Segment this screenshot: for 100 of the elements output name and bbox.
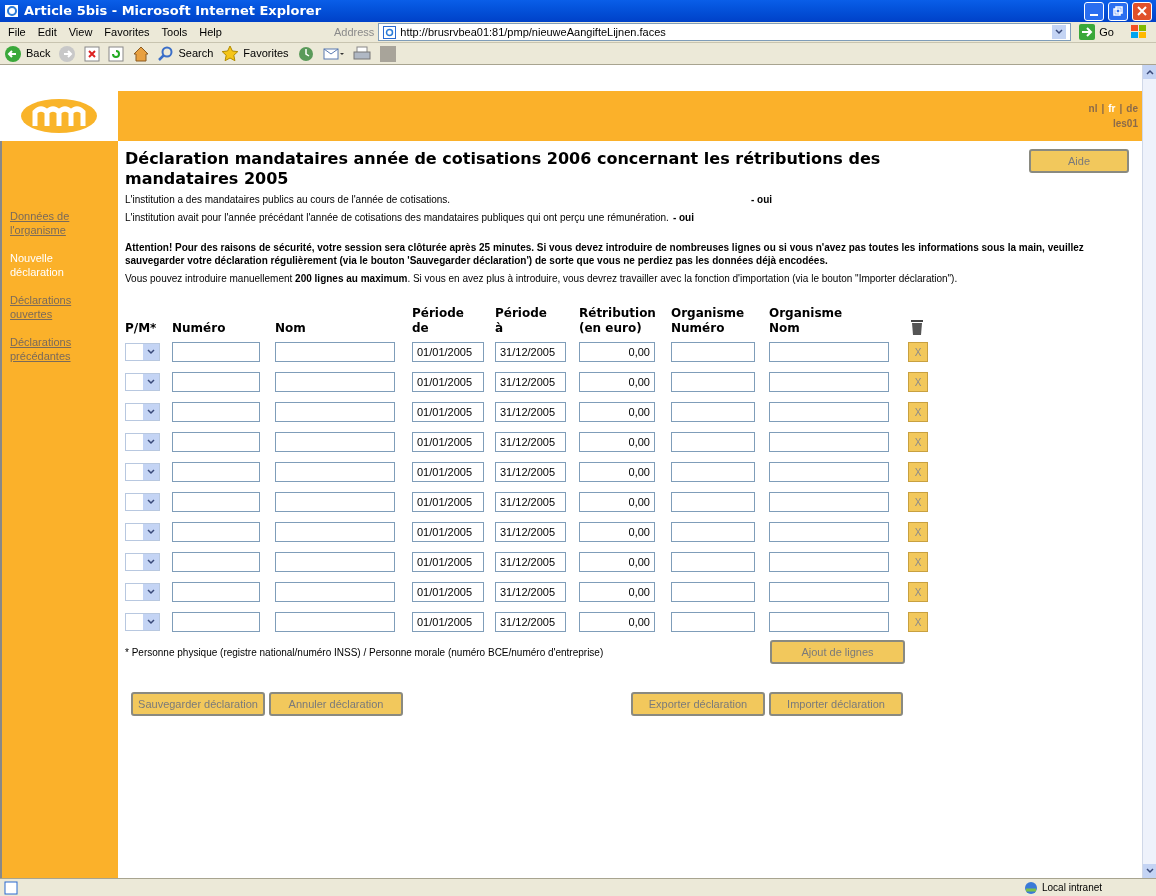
toolbar-button[interactable] xyxy=(84,45,101,62)
text-field[interactable] xyxy=(769,552,889,572)
text-field[interactable]: 0,00 xyxy=(579,582,655,602)
type-select[interactable] xyxy=(125,343,160,361)
text-field[interactable] xyxy=(769,582,889,602)
text-field[interactable] xyxy=(172,582,260,602)
text-field[interactable]: 31/12/2005 xyxy=(495,492,566,512)
text-field[interactable] xyxy=(671,432,755,452)
text-field[interactable]: 01/01/2005 xyxy=(412,462,484,482)
toolbar-button[interactable] xyxy=(108,45,125,62)
toolbar-button[interactable]: Search xyxy=(158,45,214,62)
text-field[interactable] xyxy=(172,552,260,572)
menu-item[interactable]: View xyxy=(68,23,93,41)
toolbar-button[interactable] xyxy=(296,44,315,63)
text-field[interactable]: 0,00 xyxy=(579,612,655,632)
dropdown-icon[interactable] xyxy=(1052,25,1067,39)
text-field[interactable] xyxy=(671,402,755,422)
text-field[interactable] xyxy=(172,462,260,482)
text-field[interactable] xyxy=(671,552,755,572)
text-field[interactable]: 31/12/2005 xyxy=(495,582,566,602)
text-field[interactable] xyxy=(275,552,395,572)
text-field[interactable]: 01/01/2005 xyxy=(412,582,484,602)
toolbar-button[interactable]: Back xyxy=(4,44,51,63)
text-field[interactable]: 0,00 xyxy=(579,492,655,512)
text-field[interactable]: 31/12/2005 xyxy=(495,342,566,362)
toolbar-button[interactable] xyxy=(352,45,371,62)
type-select[interactable] xyxy=(125,373,160,391)
type-select[interactable] xyxy=(125,523,160,541)
text-field[interactable]: 0,00 xyxy=(579,432,655,452)
text-field[interactable] xyxy=(671,372,755,392)
text-field[interactable]: 01/01/2005 xyxy=(412,612,484,632)
type-select[interactable] xyxy=(125,403,160,421)
text-field[interactable]: 31/12/2005 xyxy=(495,552,566,572)
text-field[interactable] xyxy=(172,432,260,452)
type-select[interactable] xyxy=(125,493,160,511)
type-select[interactable] xyxy=(125,433,160,451)
scrollbar[interactable] xyxy=(1142,65,1156,878)
toolbar-button[interactable] xyxy=(322,45,345,62)
text-field[interactable]: 31/12/2005 xyxy=(495,402,566,422)
toolbar-button[interactable] xyxy=(132,44,151,63)
text-field[interactable]: 0,00 xyxy=(579,372,655,392)
text-field[interactable] xyxy=(275,582,395,602)
address-field[interactable]: http://brusrvbea01:81/pmp/nieuweAangifteLijnen.faces xyxy=(378,23,1072,41)
scroll-up-icon[interactable] xyxy=(1143,65,1156,79)
text-field[interactable] xyxy=(275,372,395,392)
text-field[interactable]: 0,00 xyxy=(579,402,655,422)
text-field[interactable] xyxy=(769,402,889,422)
text-field[interactable]: 31/12/2005 xyxy=(495,522,566,542)
text-field[interactable]: 01/01/2005 xyxy=(412,372,484,392)
text-field[interactable] xyxy=(769,612,889,632)
text-field[interactable] xyxy=(769,432,889,452)
text-field[interactable] xyxy=(671,342,755,362)
text-field[interactable]: 0,00 xyxy=(579,342,655,362)
text-field[interactable]: 31/12/2005 xyxy=(495,612,566,632)
text-field[interactable] xyxy=(769,522,889,542)
text-field[interactable] xyxy=(172,342,260,362)
text-field[interactable] xyxy=(172,612,260,632)
close-button[interactable] xyxy=(1132,1,1152,21)
menu-item[interactable]: Favorites xyxy=(104,23,150,41)
text-field[interactable] xyxy=(671,612,755,632)
menu-item[interactable]: File xyxy=(8,23,26,41)
text-field[interactable] xyxy=(769,462,889,482)
menu-item[interactable]: Help xyxy=(199,23,222,41)
go-button[interactable]: Go xyxy=(1071,23,1122,41)
text-field[interactable] xyxy=(275,432,395,452)
text-field[interactable] xyxy=(275,522,395,542)
text-field[interactable]: 0,00 xyxy=(579,462,655,482)
text-field[interactable]: 01/01/2005 xyxy=(412,402,484,422)
text-field[interactable]: 31/12/2005 xyxy=(495,372,566,392)
text-field[interactable] xyxy=(275,402,395,422)
text-field[interactable]: 0,00 xyxy=(579,522,655,542)
text-field[interactable] xyxy=(769,342,889,362)
text-field[interactable]: 01/01/2005 xyxy=(412,492,484,512)
text-field[interactable] xyxy=(671,462,755,482)
text-field[interactable] xyxy=(671,522,755,542)
scroll-down-icon[interactable] xyxy=(1143,864,1156,878)
text-field[interactable] xyxy=(769,492,889,512)
text-field[interactable]: 01/01/2005 xyxy=(412,342,484,362)
text-field[interactable] xyxy=(769,372,889,392)
text-field[interactable] xyxy=(172,522,260,542)
text-field[interactable] xyxy=(275,612,395,632)
type-select[interactable] xyxy=(125,463,160,481)
text-field[interactable]: 01/01/2005 xyxy=(412,432,484,452)
text-field[interactable] xyxy=(275,342,395,362)
text-field[interactable] xyxy=(172,492,260,512)
text-field[interactable]: 31/12/2005 xyxy=(495,432,566,452)
text-field[interactable] xyxy=(275,462,395,482)
menu-item[interactable]: Edit xyxy=(37,23,57,41)
text-field[interactable] xyxy=(671,582,755,602)
toolbar-button[interactable]: Favorites xyxy=(221,44,289,63)
text-field[interactable]: 01/01/2005 xyxy=(412,552,484,572)
restore-button[interactable] xyxy=(1108,1,1128,21)
text-field[interactable]: 0,00 xyxy=(579,552,655,572)
type-select[interactable] xyxy=(125,613,160,631)
text-field[interactable] xyxy=(172,402,260,422)
type-select[interactable] xyxy=(125,553,160,571)
text-field[interactable] xyxy=(275,492,395,512)
text-field[interactable] xyxy=(671,492,755,512)
text-field[interactable]: 01/01/2005 xyxy=(412,522,484,542)
type-select[interactable] xyxy=(125,583,160,601)
